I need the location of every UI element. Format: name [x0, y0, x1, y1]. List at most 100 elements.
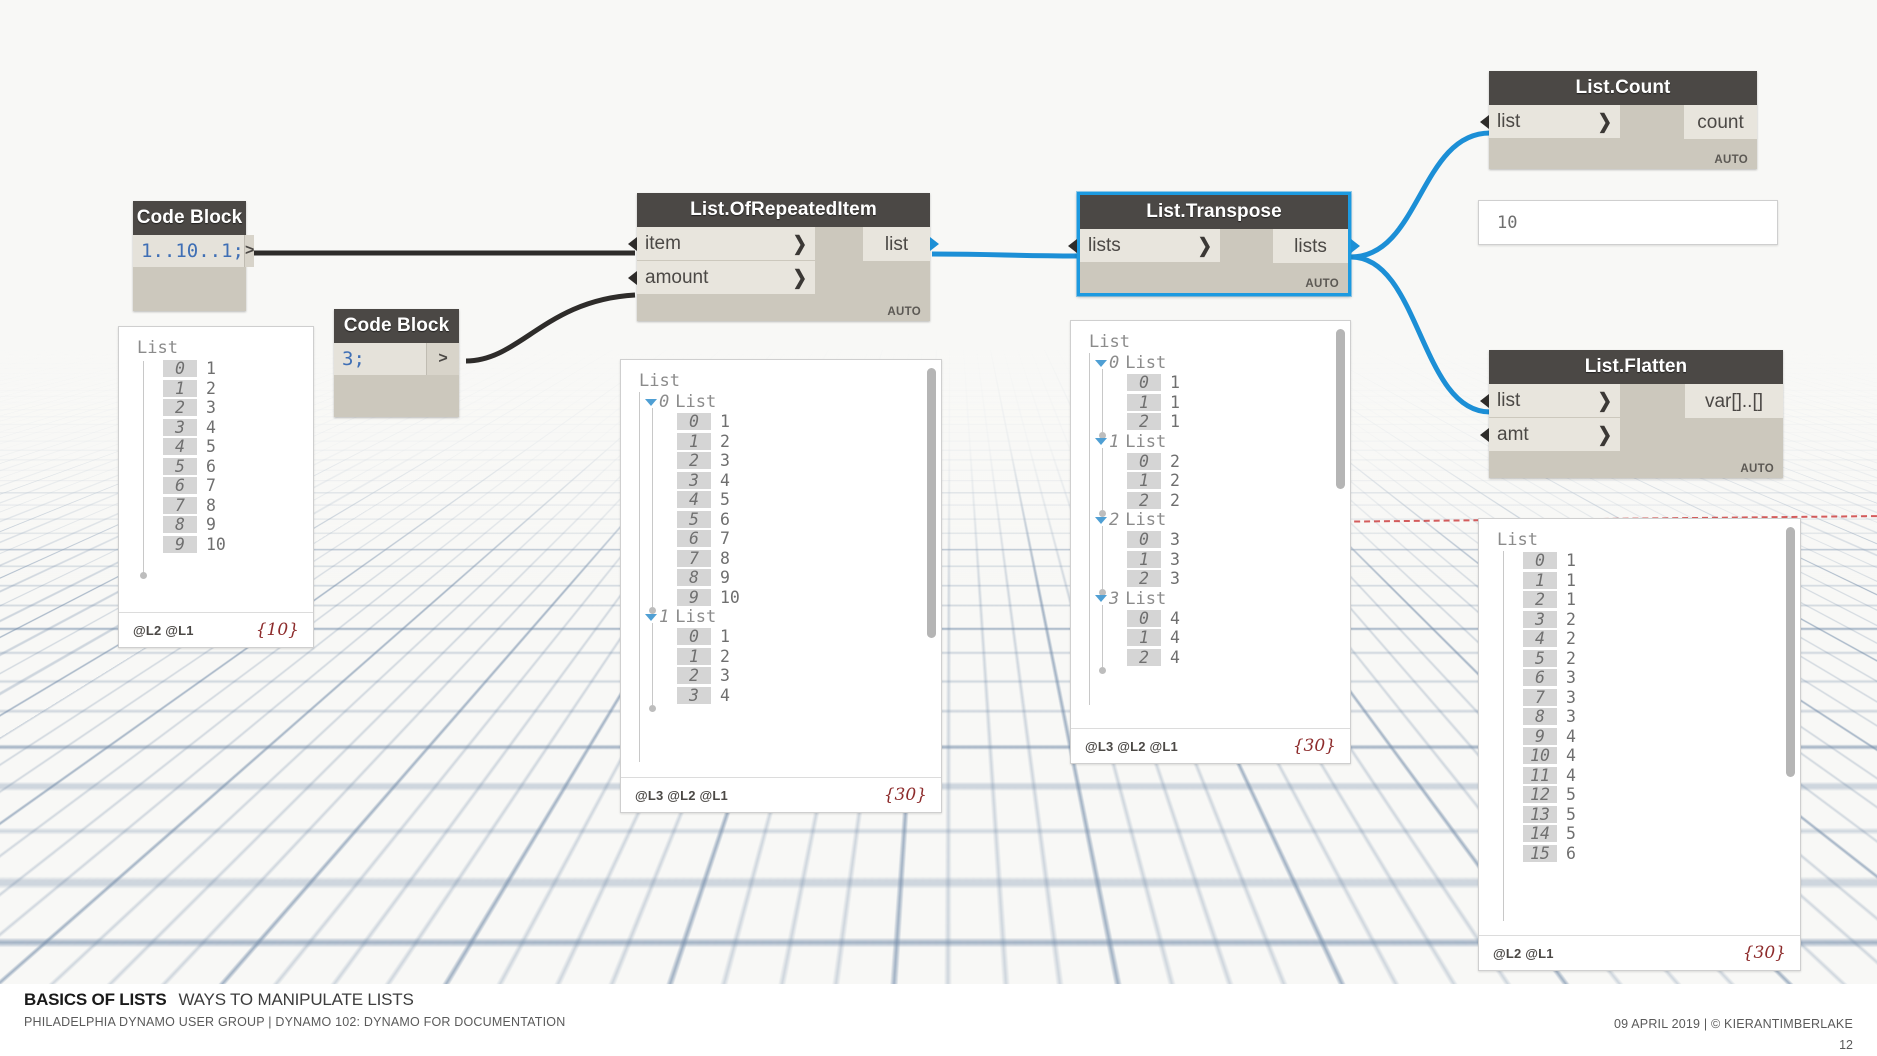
- list-item-value: 4: [1566, 746, 1576, 766]
- caret-down-icon[interactable]: [1095, 359, 1107, 367]
- caret-down-icon[interactable]: [1095, 438, 1107, 445]
- code-block-line[interactable]: 3; >: [334, 343, 459, 375]
- list-item-index: 8: [1523, 708, 1557, 726]
- sublist-header[interactable]: 1 List: [1095, 432, 1350, 452]
- lacing-mode-tag[interactable]: AUTO: [887, 306, 921, 318]
- preview-scrollbar[interactable]: [1786, 527, 1795, 777]
- tree-vertical-line: [652, 623, 653, 705]
- list-item-value: 4: [206, 417, 216, 437]
- preview-scrollbar[interactable]: [927, 368, 936, 638]
- code-block-input[interactable]: 1..10..1;: [133, 235, 244, 267]
- list-item-index: 0: [1523, 552, 1557, 570]
- sublist-header[interactable]: 0 List: [1095, 353, 1350, 373]
- input-port-item[interactable]: item ❯: [628, 227, 815, 261]
- preview-body[interactable]: List 0 1 1 1 2 1 3 2 4 2 5 2 6 3 7 3 8 3 9 4 10 4 11 4 12 5 13 5 14 5…: [1479, 519, 1800, 935]
- node-title: Code Block: [133, 201, 246, 235]
- node-list-flatten[interactable]: List.Flatten list ❯ var[]..[] amt ❯ AUTO: [1480, 350, 1783, 478]
- input-connector-nub: [628, 236, 637, 251]
- tree-vertical-line: [1102, 604, 1103, 667]
- lacing-mode-tag[interactable]: AUTO: [1305, 278, 1339, 290]
- list-item: 9 10: [677, 588, 941, 608]
- input-port-list[interactable]: list ❯: [1480, 384, 1620, 418]
- preview-list-transpose: List 0 List 0 1 1 1 2 1 1 List 0 2 1 2 2 2 2 List 0 3 1 3 2 3 3 L…: [1070, 320, 1351, 764]
- caret-down-icon[interactable]: [645, 613, 657, 621]
- sublist-header[interactable]: 1 List: [645, 607, 941, 627]
- code-block-output-port[interactable]: >: [243, 235, 255, 267]
- output-port-lists[interactable]: lists: [1273, 229, 1360, 263]
- caret-down-icon[interactable]: [1095, 516, 1107, 524]
- list-item-value: 4: [720, 685, 730, 705]
- list-item: 15 6: [1523, 844, 1800, 864]
- lacing-mode-tag[interactable]: AUTO: [1714, 154, 1748, 166]
- list-item-index: 4: [677, 491, 711, 509]
- list-item: 23: [677, 666, 941, 686]
- input-port-label: list: [1497, 390, 1521, 411]
- preview-body[interactable]: List 0 List 0 1 1 2 2 3 3 4 4 5 5 6 6 7 7 8 8 9 9 10 1 List 0 1 1 2…: [621, 360, 941, 777]
- tree-vertical-line: [652, 408, 653, 607]
- node-footer: AUTO: [1080, 263, 1348, 293]
- node-list-count[interactable]: List.Count list ❯ count AUTO: [1480, 71, 1757, 169]
- list-item-value: 1: [1566, 590, 1576, 610]
- output-port-var[interactable]: var[]..[]: [1685, 384, 1783, 418]
- node-body: list ❯ count AUTO: [1480, 105, 1757, 169]
- output-port-count[interactable]: count: [1684, 105, 1757, 139]
- list-item-value: 4: [1566, 765, 1576, 785]
- lacing-mode-tag[interactable]: AUTO: [1740, 463, 1774, 475]
- list-item-index: 7: [163, 496, 197, 514]
- sublist-index: 2: [1109, 510, 1120, 530]
- footer-credit: 09 APRIL 2019 | © KIERANTIMBERLAKE: [1613, 1017, 1853, 1031]
- caret-down-icon[interactable]: [645, 398, 657, 406]
- lacing-label: @L3 @L2 @L1: [635, 787, 728, 803]
- input-port-amount[interactable]: amount ❯: [628, 261, 815, 295]
- caret-down-icon[interactable]: [1095, 595, 1107, 602]
- input-port-amt[interactable]: amt ❯: [1480, 418, 1620, 452]
- preview-scrollbar[interactable]: [1336, 329, 1345, 489]
- list-item-index: 14: [1523, 825, 1557, 843]
- preview-tree: 0 List 0 1 1 2 2 3 3 4 4 5 5 6 6 7 7 8 8 9 9 10 1 List 0 1 1 2 2 3 3 4: [621, 392, 941, 762]
- footer-title-light: WAYS TO MANIPULATE LISTS: [178, 990, 414, 1009]
- input-port-label: amt: [1497, 424, 1529, 445]
- list-item: 12: [677, 432, 941, 452]
- list-item-value: 1: [206, 359, 216, 379]
- list-item-value: 2: [1170, 451, 1180, 471]
- node-code-block-1[interactable]: Code Block 1..10..1; >: [133, 201, 255, 311]
- list-item-index: 2: [1127, 491, 1161, 509]
- preview-list-flatten: List 0 1 1 1 2 1 3 2 4 2 5 2 6 3 7 3 8 3 9 4 10 4 11 4 12 5 13 5 14 5…: [1478, 518, 1801, 971]
- lacing-label: @L2 @L1: [1493, 945, 1554, 961]
- code-block-output-port[interactable]: >: [426, 343, 459, 375]
- node-footer: AUTO: [1489, 452, 1783, 478]
- list-item-index: 12: [1523, 786, 1557, 804]
- preview-item-list: 0 1 1 1 2 1 3 2 4 2 5 2 6 3 7 3 8 3 9 4 10 4 11 4 12 5 13 5 14 5 15 6: [1509, 551, 1800, 863]
- list-item-index: 15: [1523, 844, 1557, 862]
- code-block-input[interactable]: 3;: [334, 343, 426, 375]
- sublist-header[interactable]: 0 List: [645, 392, 941, 412]
- preview-body[interactable]: List 0 1 1 2 2 3 3 4 4 5 5 6 6 7 7 8 8 9 9 10: [119, 327, 313, 612]
- input-connector-nub: [1068, 238, 1077, 253]
- preview-tree: 0 List 0 1 1 1 2 1 1 List 0 2 1 2 2 2 2 List 0 3 1 3 2 3 3 List 0 4…: [1071, 353, 1350, 705]
- list-item-value: 5: [1566, 785, 1576, 805]
- node-list-transpose[interactable]: List.Transpose lists ❯ lists AUTO: [1068, 192, 1360, 296]
- code-block-line[interactable]: 1..10..1; >: [133, 235, 255, 267]
- list-item: 34: [677, 686, 941, 706]
- preview-body[interactable]: List 0 List 0 1 1 1 2 1 1 List 0 2 1 2 2 2 2 List 0 3 1 3 2 3 3 L…: [1071, 321, 1350, 728]
- list-item: 11 4: [1523, 766, 1800, 786]
- list-item-index: 1: [163, 379, 197, 397]
- sublist-label: List: [675, 392, 717, 412]
- preview-footer: @L3 @L2 @L1 {30}: [1071, 728, 1350, 763]
- node-title: Code Block: [334, 309, 459, 343]
- output-port-label: list: [884, 233, 909, 255]
- node-body: lists ❯ lists AUTO: [1068, 229, 1360, 293]
- sublist-header[interactable]: 2 List: [1095, 510, 1350, 530]
- output-port-list[interactable]: list: [863, 227, 939, 261]
- list-item-value: 1: [1566, 570, 1576, 590]
- list-item-value: 2: [720, 431, 730, 451]
- sublist-header[interactable]: 3 List: [1095, 589, 1350, 609]
- input-port-lists[interactable]: lists ❯: [1068, 229, 1220, 263]
- node-code-block-2[interactable]: Code Block 3; >: [334, 309, 459, 417]
- input-port-list[interactable]: list ❯: [1480, 105, 1620, 139]
- node-list-of-repeated-item[interactable]: List.OfRepeatedItem item ❯ list amount ❯: [628, 193, 939, 321]
- tree-vertical-line: [1089, 353, 1090, 705]
- list-item: 12: [677, 647, 941, 667]
- node-title: List.Transpose: [1080, 195, 1348, 229]
- list-item-value: 4: [1566, 726, 1576, 746]
